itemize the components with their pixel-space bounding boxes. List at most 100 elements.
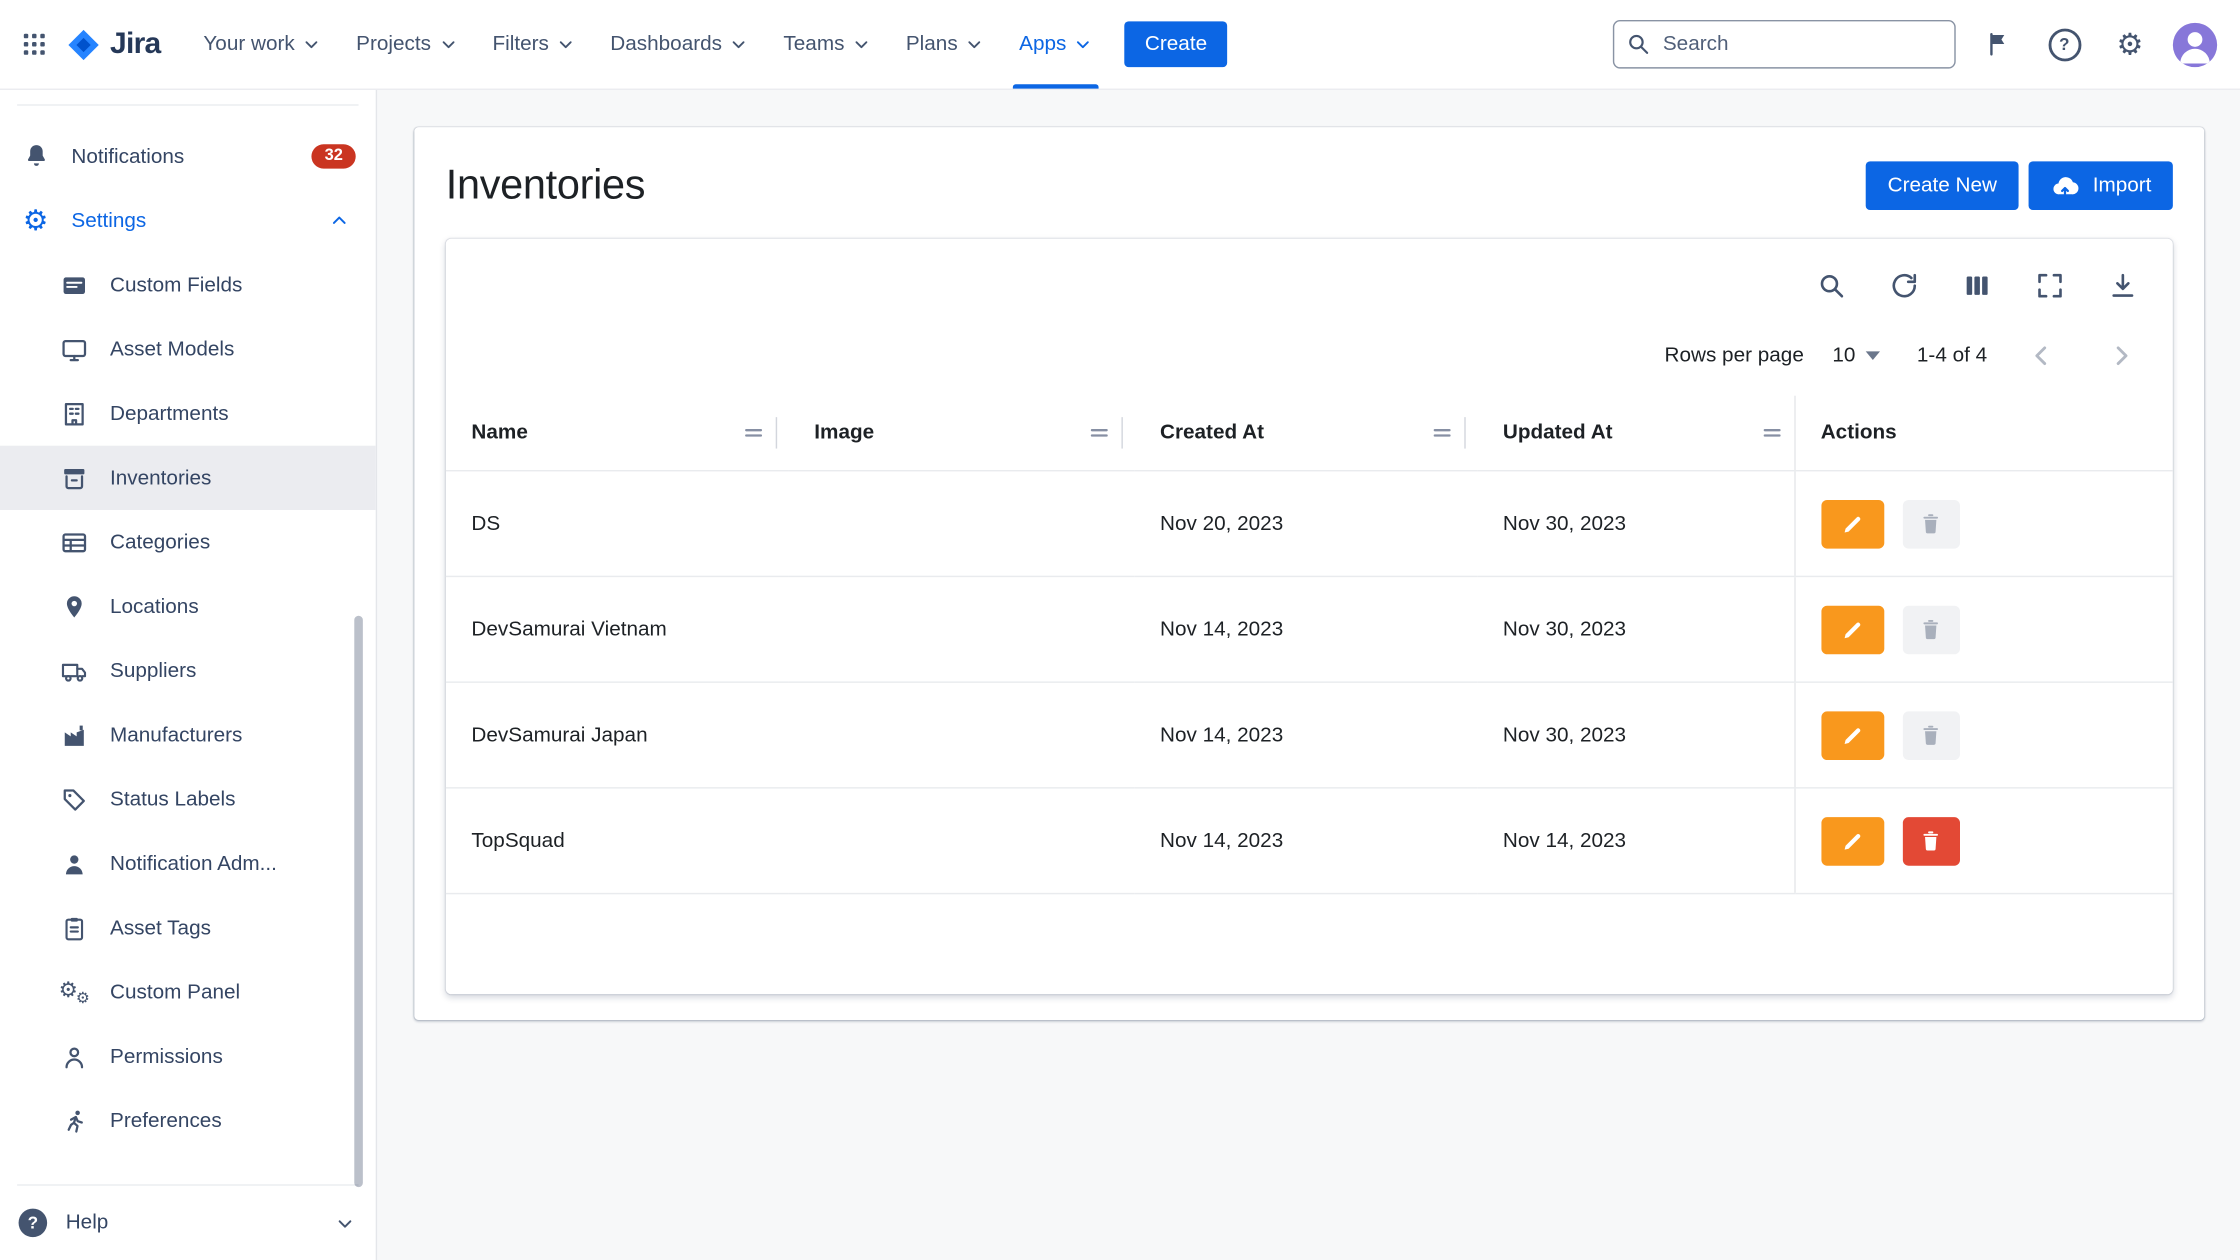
sidebar-item-asset-models[interactable]: Asset Models bbox=[0, 317, 376, 381]
column-header-updated-at[interactable]: Updated At bbox=[1477, 396, 1794, 471]
table-fullscreen-button[interactable] bbox=[2031, 267, 2068, 304]
table-row[interactable]: DS Nov 20, 2023 Nov 30, 2023 bbox=[446, 471, 2173, 577]
table-columns-button[interactable] bbox=[1959, 267, 1996, 304]
clipboard-icon bbox=[57, 911, 91, 945]
delete-button[interactable] bbox=[1902, 499, 1959, 548]
sidebar-item-departments[interactable]: Departments bbox=[0, 381, 376, 445]
cell-updated-at: Nov 30, 2023 bbox=[1477, 576, 1794, 682]
table-icon bbox=[57, 525, 91, 559]
column-header-created-at[interactable]: Created At bbox=[1134, 396, 1477, 471]
column-drag-icon[interactable] bbox=[743, 424, 764, 441]
search-icon bbox=[1816, 270, 1847, 301]
delete-button[interactable] bbox=[1902, 711, 1959, 760]
jira-logo-text: Jira bbox=[110, 27, 161, 61]
edit-button[interactable] bbox=[1821, 605, 1884, 654]
sidebar-item-label: Status Labels bbox=[110, 788, 236, 811]
pagination-range-label: 1-4 of 4 bbox=[1917, 344, 1987, 367]
nav-plans[interactable]: Plans bbox=[889, 0, 1002, 89]
trash-icon bbox=[1919, 829, 1943, 853]
sidebar-item-categories[interactable]: Categories bbox=[0, 510, 376, 574]
nav-apps[interactable]: Apps bbox=[1002, 0, 1111, 89]
sidebar-item-help[interactable]: ? Help bbox=[0, 1186, 376, 1260]
sidebar-item-label: Asset Tags bbox=[110, 916, 211, 939]
import-button[interactable]: Import bbox=[2028, 161, 2172, 210]
global-search bbox=[1613, 20, 1956, 69]
archive-box-icon bbox=[57, 461, 91, 495]
create-new-button[interactable]: Create New bbox=[1866, 161, 2018, 210]
column-header-actions: Actions bbox=[1794, 396, 2173, 471]
gear-icon: ⚙ bbox=[2117, 29, 2144, 59]
notifications-badge: 32 bbox=[312, 144, 356, 169]
trash-icon bbox=[1919, 617, 1943, 641]
nav-dashboards[interactable]: Dashboards bbox=[593, 0, 766, 89]
sidebar-item-custom-panel[interactable]: ⚙⚙ Custom Panel bbox=[0, 960, 376, 1024]
table-download-button[interactable] bbox=[2104, 267, 2141, 304]
delete-button[interactable] bbox=[1902, 816, 1959, 865]
sidebar-item-locations[interactable]: Locations bbox=[0, 574, 376, 638]
chevron-down-icon bbox=[334, 1212, 355, 1233]
nav-filters[interactable]: Filters bbox=[475, 0, 593, 89]
sidebar-item-status-labels[interactable]: Status Labels bbox=[0, 767, 376, 831]
table-toolbar bbox=[446, 239, 2173, 310]
rows-per-page-select[interactable]: 10 bbox=[1832, 344, 1879, 367]
chevron-right-icon bbox=[2106, 340, 2137, 371]
column-drag-icon[interactable] bbox=[1761, 424, 1782, 441]
sidebar-item-settings[interactable]: ⚙ Settings bbox=[0, 189, 376, 253]
sidebar-item-suppliers[interactable]: Suppliers bbox=[0, 639, 376, 703]
whats-new-button[interactable] bbox=[1976, 21, 2022, 67]
next-page-button[interactable] bbox=[2101, 336, 2141, 376]
sidebar-item-notification-admin[interactable]: Notification Adm... bbox=[0, 831, 376, 895]
sidebar-item-inventories[interactable]: Inventories bbox=[0, 446, 376, 510]
column-header-image[interactable]: Image bbox=[789, 396, 1135, 471]
sidebar-item-label: Permissions bbox=[110, 1045, 223, 1068]
app-switcher-button[interactable] bbox=[11, 21, 57, 67]
cell-created-at: Nov 14, 2023 bbox=[1134, 682, 1477, 788]
jira-logo-icon bbox=[66, 26, 102, 62]
chevron-down-icon bbox=[852, 34, 872, 54]
tag-icon bbox=[57, 782, 91, 816]
sidebar-item-asset-tags[interactable]: Asset Tags bbox=[0, 896, 376, 960]
search-input[interactable] bbox=[1660, 31, 1943, 57]
previous-page-button[interactable] bbox=[2021, 336, 2061, 376]
nav-your-work[interactable]: Your work bbox=[186, 0, 339, 89]
trash-icon bbox=[1919, 723, 1943, 747]
sidebar-item-manufacturers[interactable]: Manufacturers bbox=[0, 703, 376, 767]
refresh-icon bbox=[1889, 270, 1920, 301]
table-search-button[interactable] bbox=[1813, 267, 1850, 304]
delete-button[interactable] bbox=[1902, 605, 1959, 654]
sidebar-item-notifications[interactable]: Notifications 32 bbox=[0, 124, 376, 188]
create-button[interactable]: Create bbox=[1125, 21, 1227, 67]
chevron-left-icon bbox=[2026, 340, 2057, 371]
sidebar-item-permissions[interactable]: Permissions bbox=[0, 1024, 376, 1088]
cloud-upload-icon bbox=[2050, 171, 2080, 201]
column-header-name[interactable]: Name bbox=[446, 396, 789, 471]
edit-button[interactable] bbox=[1821, 711, 1884, 760]
table-row[interactable]: DevSamurai Vietnam Nov 14, 2023 Nov 30, … bbox=[446, 576, 2173, 682]
chevron-down-icon bbox=[438, 34, 458, 54]
jira-logo[interactable]: Jira bbox=[66, 26, 161, 62]
column-drag-icon[interactable] bbox=[1431, 424, 1452, 441]
column-drag-icon[interactable] bbox=[1089, 424, 1110, 441]
table-row[interactable]: DevSamurai Japan Nov 14, 2023 Nov 30, 20… bbox=[446, 682, 2173, 788]
sidebar-item-label: Asset Models bbox=[110, 338, 234, 361]
edit-button[interactable] bbox=[1821, 816, 1884, 865]
help-button[interactable]: ? bbox=[2041, 21, 2087, 67]
app-window: Jira Your work Projects Filters Dashboar… bbox=[0, 0, 2240, 1260]
sidebar-item-preferences[interactable]: Preferences bbox=[0, 1089, 376, 1153]
nav-projects[interactable]: Projects bbox=[339, 0, 475, 89]
edit-button[interactable] bbox=[1821, 499, 1884, 548]
sidebar-scrollbar[interactable] bbox=[354, 616, 363, 1187]
table-refresh-button[interactable] bbox=[1886, 267, 1923, 304]
table-row[interactable]: TopSquad Nov 14, 2023 Nov 14, 2023 bbox=[446, 788, 2173, 894]
pencil-icon bbox=[1839, 616, 1865, 642]
flag-icon bbox=[1984, 30, 2013, 59]
rows-per-page-label: Rows per page bbox=[1665, 344, 1804, 367]
user-avatar[interactable] bbox=[2173, 22, 2217, 66]
sidebar-item-custom-fields[interactable]: Custom Fields bbox=[0, 253, 376, 317]
cell-updated-at: Nov 30, 2023 bbox=[1477, 682, 1794, 788]
sidebar-item-label: Custom Panel bbox=[110, 981, 240, 1004]
settings-submenu: Custom Fields Asset Models Departments bbox=[0, 253, 376, 1153]
settings-button[interactable]: ⚙ bbox=[2107, 21, 2153, 67]
sidebar-item-label: Departments bbox=[110, 402, 229, 425]
nav-teams[interactable]: Teams bbox=[766, 0, 888, 89]
